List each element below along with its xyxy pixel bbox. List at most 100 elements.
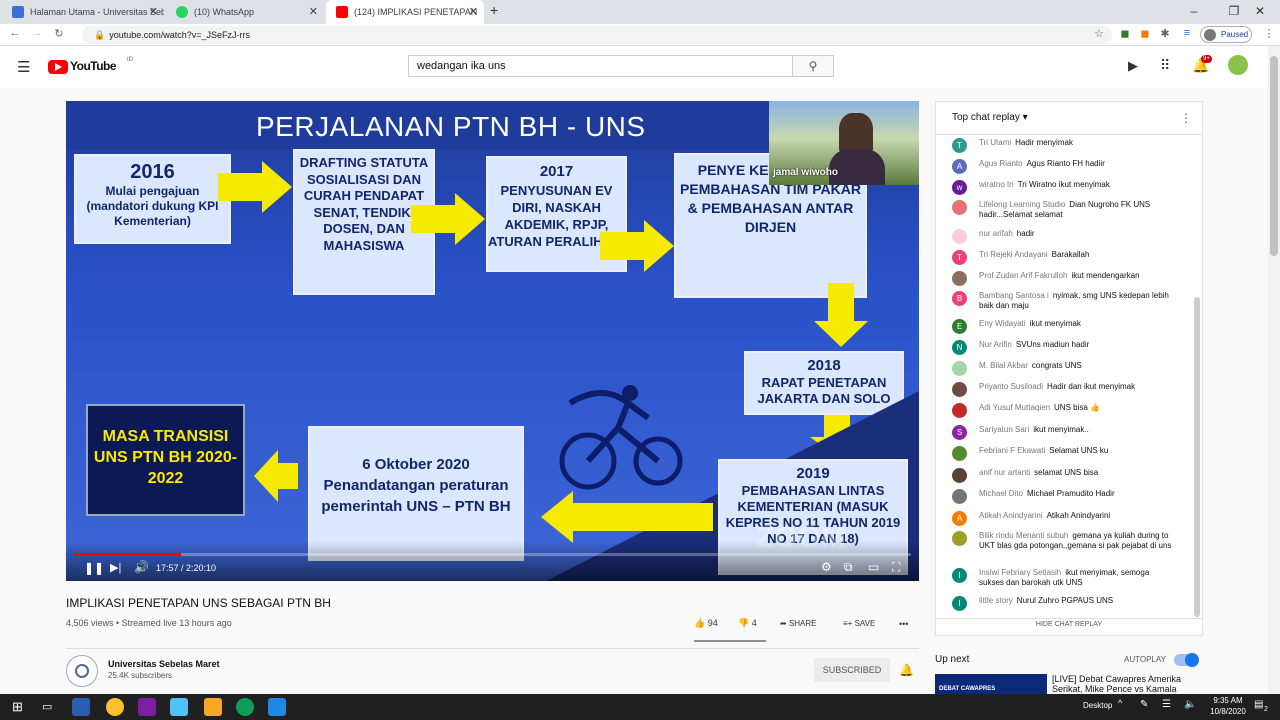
chat-author-avatar[interactable] <box>952 200 967 215</box>
action-center-icon[interactable]: ▤ <box>1254 699 1263 710</box>
chat-author-name[interactable]: Nur Arifin <box>979 340 1012 349</box>
pause-icon[interactable]: ❚❚ <box>84 561 104 575</box>
account-avatar[interactable] <box>1228 55 1248 75</box>
extensions-puzzle-icon[interactable]: ✱ <box>1158 27 1172 40</box>
chat-author-name[interactable]: Eny Widayati <box>979 319 1026 328</box>
chat-author-name[interactable]: Bambang Santosa i <box>979 291 1049 300</box>
close-icon[interactable]: ✕ <box>149 0 158 24</box>
progress-bar[interactable] <box>74 553 911 556</box>
windows-start-icon[interactable]: ⊞ <box>12 699 23 715</box>
video-player[interactable]: PERJALANAN PTN BH - UNS 2016 Mulai penga… <box>66 101 919 581</box>
chat-author-avatar[interactable] <box>952 403 967 418</box>
chat-author-name[interactable]: Sariyatun Sari <box>979 425 1029 434</box>
miniplayer-icon[interactable]: ⧉ <box>844 560 853 575</box>
chat-author-name[interactable]: Priyanto Susiloadi <box>979 382 1043 391</box>
subscribe-button[interactable]: SUBSCRIBED <box>814 658 890 682</box>
tab-whatsapp[interactable]: (10) WhatsApp ✕ <box>166 0 324 24</box>
pen-icon[interactable]: ✎ <box>1140 699 1148 710</box>
clock-date[interactable]: 10/8/2020 <box>1206 707 1250 716</box>
chat-author-avatar[interactable] <box>952 361 967 376</box>
chat-author-avatar[interactable] <box>952 531 967 546</box>
desktop-toolbar[interactable]: Desktop <box>1083 701 1112 710</box>
theater-mode-icon[interactable]: ▭ <box>868 560 879 574</box>
forward-icon[interactable]: → <box>30 27 44 39</box>
search-button[interactable]: ⚲ <box>792 55 834 77</box>
minimize-button[interactable]: – <box>1174 0 1214 24</box>
chat-author-name[interactable]: little story <box>979 596 1013 605</box>
chat-author-name[interactable]: Lifelong Learning Studio <box>979 200 1065 209</box>
extension-icon[interactable]: ◼ <box>1138 27 1152 40</box>
chat-author-avatar[interactable] <box>952 468 967 483</box>
word-icon[interactable] <box>268 698 286 716</box>
create-video-icon[interactable]: ▶ <box>1128 58 1138 74</box>
chat-author-avatar[interactable]: T <box>952 250 967 265</box>
chat-author-avatar[interactable]: B <box>952 291 967 306</box>
app-icon[interactable] <box>170 698 188 716</box>
chat-author-avatar[interactable]: l <box>952 596 967 611</box>
profile-button[interactable]: Paused <box>1200 26 1252 43</box>
chrome-icon[interactable] <box>106 698 124 716</box>
upnext-title[interactable]: [LIVE] Debat Cawapres Amerika Serikat, M… <box>1052 674 1190 694</box>
chat-author-avatar[interactable]: N <box>952 340 967 355</box>
chat-author-avatar[interactable]: w <box>952 180 967 195</box>
chat-author-name[interactable]: Tri Rejeki Andayani <box>979 250 1048 259</box>
mail-icon[interactable] <box>72 698 90 716</box>
chat-author-name[interactable]: anif nur artanti <box>979 468 1030 477</box>
hamburger-menu-icon[interactable]: ☰ <box>17 58 30 76</box>
chat-author-name[interactable]: Michael Dito <box>979 489 1023 498</box>
chat-author-avatar[interactable]: E <box>952 319 967 334</box>
close-icon[interactable]: ✕ <box>469 0 478 24</box>
page-scrollbar[interactable] <box>1268 46 1280 694</box>
chat-author-avatar[interactable]: A <box>952 511 967 526</box>
new-tab-button[interactable]: + <box>490 2 498 18</box>
chat-author-avatar[interactable] <box>952 489 967 504</box>
chat-author-avatar[interactable]: S <box>952 425 967 440</box>
chat-author-name[interactable]: Adi Yusuf Muttaqien <box>979 403 1050 412</box>
chat-author-name[interactable]: Bilik rindu Menanti subuh <box>979 531 1068 540</box>
chat-author-avatar[interactable]: A <box>952 159 967 174</box>
chat-scrollbar[interactable] <box>1194 297 1200 617</box>
reload-icon[interactable]: ↻ <box>52 27 66 40</box>
settings-gear-icon[interactable]: ⚙ <box>821 560 832 574</box>
extension-icon[interactable]: ≡ <box>1180 27 1194 39</box>
volume-muted-icon[interactable]: 🔈 <box>1184 699 1196 710</box>
app-icon[interactable] <box>138 698 156 716</box>
menu-kebab-icon[interactable]: ⋮ <box>1262 27 1276 40</box>
fullscreen-icon[interactable]: ⛶ <box>892 560 900 575</box>
chat-author-name[interactable]: Prof Zudan Arif Fakrulloh <box>979 271 1067 280</box>
apps-grid-icon[interactable]: ⠿ <box>1160 57 1170 74</box>
chat-author-name[interactable]: Tri Utami <box>979 138 1011 147</box>
chat-author-name[interactable]: Febriani F Ekawati <box>979 446 1045 455</box>
chat-author-name[interactable]: Agus Rianto <box>979 159 1023 168</box>
close-window-button[interactable]: ✕ <box>1240 0 1280 24</box>
chat-author-name[interactable]: Atikah Anindyarini <box>979 511 1043 520</box>
volume-icon[interactable]: 🔊 <box>134 560 149 574</box>
edge-icon[interactable] <box>236 698 254 716</box>
chat-author-avatar[interactable] <box>952 446 967 461</box>
close-icon[interactable]: ✕ <box>309 0 318 24</box>
chat-author-avatar[interactable] <box>952 382 967 397</box>
chat-author-name[interactable]: Insiwi Febriary Setiasih <box>979 568 1061 577</box>
share-button[interactable]: ➦ SHARE <box>780 619 817 628</box>
bookmark-star-icon[interactable]: ☆ <box>1092 27 1106 40</box>
task-view-icon[interactable]: ▭ <box>42 700 52 713</box>
autoplay-toggle[interactable] <box>1174 653 1199 667</box>
chat-author-avatar[interactable]: T <box>952 138 967 153</box>
chat-author-avatar[interactable] <box>952 271 967 286</box>
tab-uns[interactable]: Halaman Utama - Universitas Seb ✕ <box>2 0 164 24</box>
scrollbar-thumb[interactable] <box>1270 56 1278 256</box>
show-hidden-icons-icon[interactable]: ^ <box>1118 698 1122 708</box>
chat-author-name[interactable]: nur arifah <box>979 229 1013 238</box>
chat-author-avatar[interactable]: I <box>952 568 967 583</box>
chat-author-name[interactable]: M. Bilal Akbar <box>979 361 1028 370</box>
channel-name[interactable]: Universitas Sebelas Maret <box>108 659 220 669</box>
tab-youtube[interactable]: (124) IMPLIKASI PENETAPAN ✕ <box>326 0 484 24</box>
chat-author-name[interactable]: wiratno tri <box>979 180 1014 189</box>
clock-time[interactable]: 9:35 AM <box>1208 696 1248 705</box>
extension-icon[interactable]: ◼ <box>1118 27 1132 40</box>
dislike-button[interactable]: 👎 4 <box>738 618 757 629</box>
search-input[interactable]: wedangan ika uns <box>408 55 793 77</box>
notification-bell-icon[interactable]: 🔔 <box>899 663 914 677</box>
chat-author-avatar[interactable] <box>952 229 967 244</box>
more-actions-button[interactable]: ••• <box>899 619 908 629</box>
